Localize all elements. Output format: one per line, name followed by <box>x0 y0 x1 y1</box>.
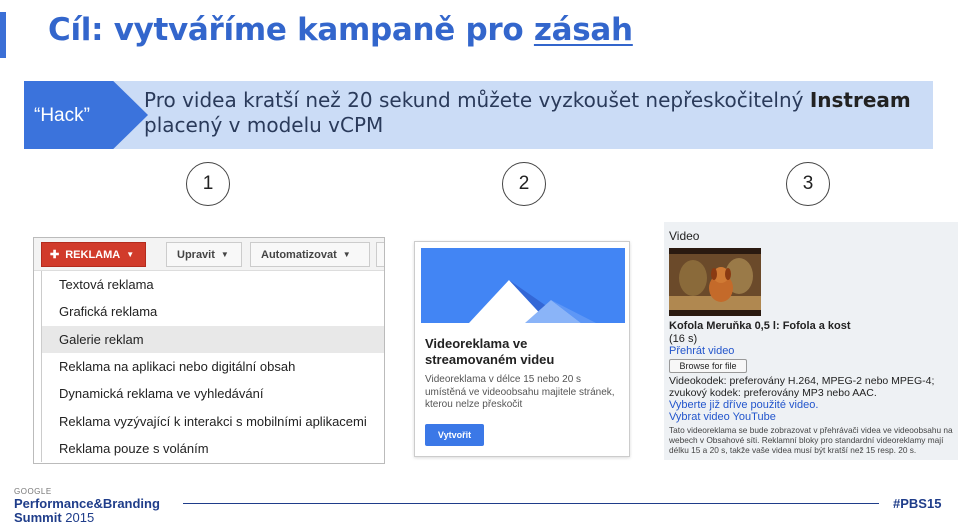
caret-down-icon: ▼ <box>126 250 135 259</box>
footer-hashtag: #PBS15 <box>893 496 942 511</box>
video-title: Kofola Meruňka 0,5 l: Fofola a kost <box>669 320 851 332</box>
caret-down-icon: ▼ <box>342 250 351 259</box>
play-video-link[interactable]: Přehrát video <box>669 345 734 357</box>
dog-thumbnail-icon <box>669 248 761 316</box>
hack-tag-label: “Hack” <box>34 105 90 126</box>
youtube-video-link[interactable]: Vybrat video YouTube <box>669 411 776 423</box>
menu-item-call-only-ad[interactable]: Reklama pouze s voláním <box>42 435 384 462</box>
video-codec-line2: zvukový kodek: preferovány MP3 nebo AAC. <box>669 387 877 399</box>
edit-button[interactable]: Upravit ▼ <box>166 242 242 267</box>
menu-item-app-ad[interactable]: Reklama na aplikaci nebo digitální obsah <box>42 353 384 380</box>
banner-text-start: Pro videa kratší než 20 sekund můžete vy… <box>144 88 804 112</box>
new-ad-button[interactable]: ✚ REKLAMA ▼ <box>41 242 146 267</box>
create-button[interactable]: Vytvořit <box>425 424 484 446</box>
banner-text-bold: Instream <box>809 88 911 112</box>
menu-item-text-ad[interactable]: Textová reklama <box>42 271 384 298</box>
banner-text-end: placený v modelu vCPM <box>144 113 384 137</box>
instream-video-ad-card: Videoreklama ve streamovaném videu Video… <box>414 241 630 457</box>
automate-label: Automatizovat <box>261 248 337 261</box>
hack-banner: “Hack” Pro videa kratší než 20 sekund mů… <box>24 81 933 149</box>
browse-file-button[interactable]: Browse for file <box>669 359 747 373</box>
ad-type-menu: Textová reklama Grafická reklama Galerie… <box>41 271 384 463</box>
menu-item-mobile-app-engagement-ad[interactable]: Reklama vyzývající k interakci s mobilní… <box>42 407 384 434</box>
menu-item-display-ad[interactable]: Grafická reklama <box>42 298 384 325</box>
plus-icon: ✚ <box>50 249 60 261</box>
ad-type-dropdown-panel: ✚ REKLAMA ▼ Upravit ▼ Automatizovat ▼ Te… <box>33 237 385 464</box>
video-codec-line1: Videokodek: preferovány H.264, MPEG-2 ne… <box>669 375 935 387</box>
menu-item-dynamic-search-ad[interactable]: Dynamická reklama ve vyhledávání <box>42 380 384 407</box>
banner-text: Pro videa kratší než 20 sekund můžete vy… <box>144 88 924 138</box>
title-underlined-word: zásah <box>533 12 633 48</box>
caret-down-icon: ▼ <box>220 250 229 259</box>
video-duration: (16 s) <box>669 333 698 345</box>
hack-tag: “Hack” <box>24 81 148 149</box>
footer-summit: Summit 2015 <box>14 510 94 525</box>
slide-title: Cíl: vytváříme kampaně pro zásah <box>48 12 633 48</box>
footer-google: GOOGLE <box>14 487 52 496</box>
title-prefix: Cíl: vytváříme kampaně pro <box>48 12 524 48</box>
video-ad-heading: Videoreklama ve streamovaném videu <box>425 336 555 367</box>
mountain-illustration-icon <box>421 248 625 323</box>
new-ad-label: REKLAMA <box>65 248 121 261</box>
adwords-toolbar: ✚ REKLAMA ▼ Upravit ▼ Automatizovat ▼ <box>34 238 384 271</box>
step-1-circle: 1 <box>186 162 230 206</box>
menu-item-ad-gallery[interactable]: Galerie reklam <box>42 325 384 353</box>
footer-year: 2015 <box>65 510 95 525</box>
video-upload-panel: Video Kofola Meruňka 0,5 l: Fofola a kos… <box>664 222 958 460</box>
pick-previous-video-link[interactable]: Vyberte již dříve použité video. <box>669 399 818 411</box>
title-accent-bar <box>0 12 6 58</box>
video-thumbnail[interactable] <box>669 248 761 316</box>
video-section-label: Video <box>669 229 700 243</box>
video-ad-illustration <box>421 248 625 323</box>
step-2-circle: 2 <box>502 162 546 206</box>
step-3-circle: 3 <box>786 162 830 206</box>
more-button[interactable] <box>376 242 384 267</box>
video-ad-description: Videoreklama v délce 15 nebo 20 s umístě… <box>425 374 615 410</box>
automate-button[interactable]: Automatizovat ▼ <box>250 242 370 267</box>
footer-brand: Performance&Branding <box>14 496 160 511</box>
edit-label: Upravit <box>177 248 215 261</box>
footer-summit-word: Summit <box>14 510 62 525</box>
footer-divider <box>183 503 879 504</box>
video-ad-note: Tato videoreklama se bude zobrazovat v p… <box>669 425 953 455</box>
